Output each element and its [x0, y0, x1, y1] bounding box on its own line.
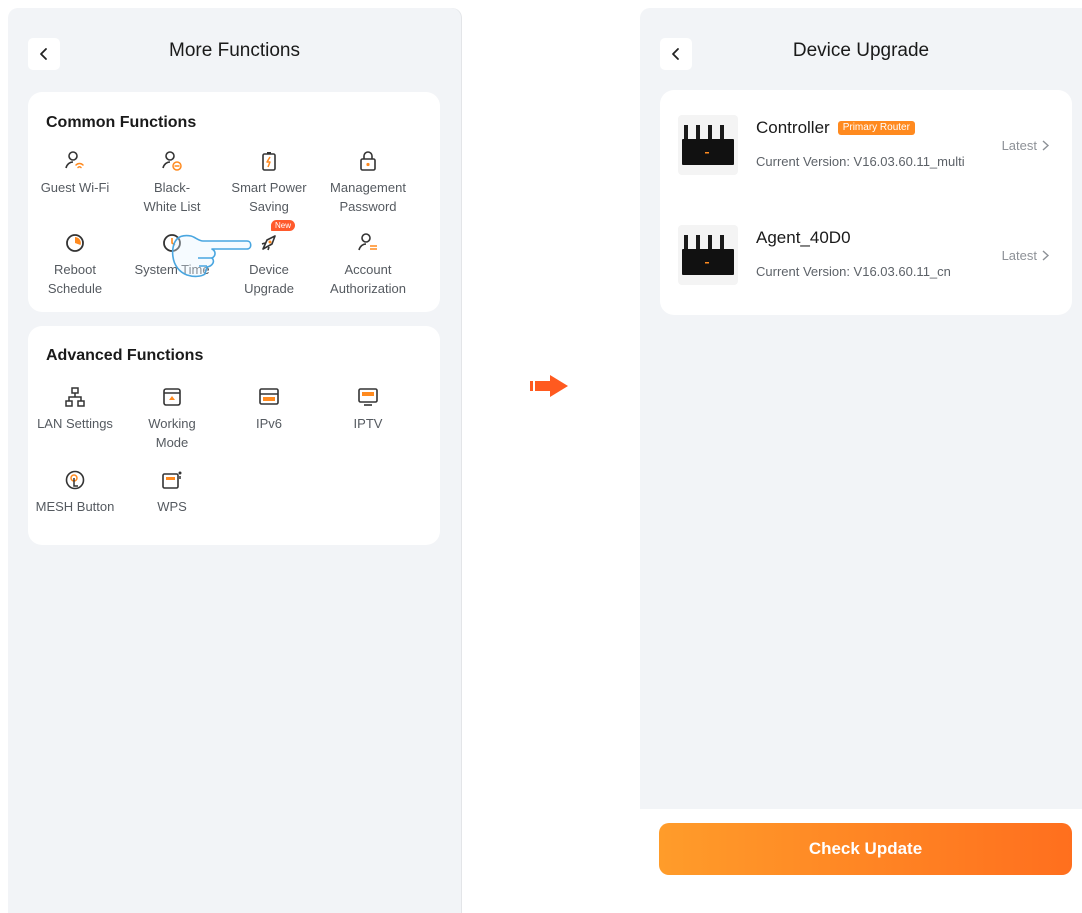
device-row-controller[interactable]: Controller Primary Router Current Version…	[660, 90, 1072, 200]
black-white-list-item[interactable]: Black- White List	[122, 150, 222, 216]
smart-power-saving-item[interactable]: Smart Power Saving	[219, 150, 319, 216]
arrow-right-icon	[530, 375, 568, 397]
wps-item[interactable]: WPS	[122, 469, 222, 516]
page-title: Device Upgrade	[792, 40, 930, 61]
system-time-label: System Time	[134, 262, 210, 277]
system-time-item[interactable]: System Time	[122, 232, 222, 279]
account-authorization-label: Account Authorization	[330, 262, 406, 296]
mesh-button-label: MESH Button	[35, 499, 115, 514]
device-upgrade-label: Device Upgrade	[244, 262, 294, 296]
smart-power-saving-icon	[258, 150, 280, 172]
iptv-item[interactable]: IPTV	[318, 386, 418, 433]
working-mode-icon	[161, 386, 183, 408]
advanced-functions-title: Advanced Functions	[46, 347, 204, 364]
lan-icon	[64, 386, 86, 408]
bottom-bar: Check Update	[640, 809, 1082, 913]
check-update-button[interactable]: Check Update	[659, 823, 1072, 875]
reboot-schedule-item[interactable]: Reboot Schedule	[25, 232, 125, 298]
reboot-schedule-icon	[64, 232, 86, 254]
advanced-functions-card: Advanced Functions LAN Settings Working …	[28, 326, 440, 545]
device-status: Latest	[1002, 138, 1050, 153]
wps-label: WPS	[157, 499, 187, 514]
smart-power-saving-label: Smart Power Saving	[231, 180, 307, 214]
rocket-icon: New	[258, 220, 296, 254]
mesh-button-icon	[64, 469, 86, 491]
iptv-icon	[357, 386, 379, 408]
chevron-right-icon	[1042, 250, 1050, 261]
iptv-label: IPTV	[353, 416, 383, 431]
device-name: Agent_40D0	[756, 228, 851, 247]
black-white-list-icon	[161, 150, 183, 172]
lock-icon	[357, 150, 379, 172]
device-version: Current Version: V16.03.60.11_cn	[756, 264, 951, 279]
lan-settings-label: LAN Settings	[37, 416, 113, 431]
ipv6-label: IPv6	[255, 416, 282, 431]
page-title: More Functions	[169, 40, 300, 61]
router-image	[678, 225, 738, 285]
device-version: Current Version: V16.03.60.11_multi	[756, 154, 965, 169]
management-password-label: Management Password	[330, 180, 406, 214]
working-mode-label: Working Mode	[148, 416, 196, 450]
reboot-schedule-label: Reboot Schedule	[47, 262, 103, 296]
guest-wifi-icon	[64, 150, 86, 172]
mesh-button-item[interactable]: MESH Button	[25, 469, 125, 516]
device-list-card: Controller Primary Router Current Version…	[660, 90, 1072, 315]
common-functions-title: Common Functions	[46, 114, 197, 131]
router-image	[678, 115, 738, 175]
device-row-agent[interactable]: Agent_40D0 Current Version: V16.03.60.11…	[660, 200, 1072, 310]
more-functions-screen: More Functions Common Functions Guest Wi…	[8, 8, 461, 913]
device-upgrade-screen: Device Upgrade Controller Primary Router …	[640, 8, 1082, 913]
new-badge: New	[271, 220, 296, 231]
device-upgrade-item[interactable]: New Device Upgrade	[219, 220, 319, 298]
management-password-item[interactable]: Management Password	[318, 150, 418, 216]
primary-router-tag: Primary Router	[837, 121, 915, 135]
lan-settings-item[interactable]: LAN Settings	[25, 386, 125, 433]
device-name: Controller Primary Router	[756, 118, 915, 138]
working-mode-item[interactable]: Working Mode	[122, 386, 222, 452]
wps-icon	[161, 469, 183, 491]
ipv6-item[interactable]: IPv6	[219, 386, 319, 433]
ipv6-icon	[258, 386, 280, 408]
clock-icon	[161, 232, 183, 254]
chevron-right-icon	[1042, 140, 1050, 151]
common-functions-card: Common Functions Guest Wi-Fi Black- Whit…	[28, 92, 440, 312]
device-status: Latest	[1002, 248, 1050, 263]
guest-wifi-label: Guest Wi-Fi	[40, 180, 110, 195]
account-authorization-item[interactable]: Account Authorization	[318, 232, 418, 298]
account-authorization-icon	[357, 232, 379, 254]
black-white-list-label: Black- White List	[143, 180, 201, 214]
guest-wifi-item[interactable]: Guest Wi-Fi	[25, 150, 125, 197]
